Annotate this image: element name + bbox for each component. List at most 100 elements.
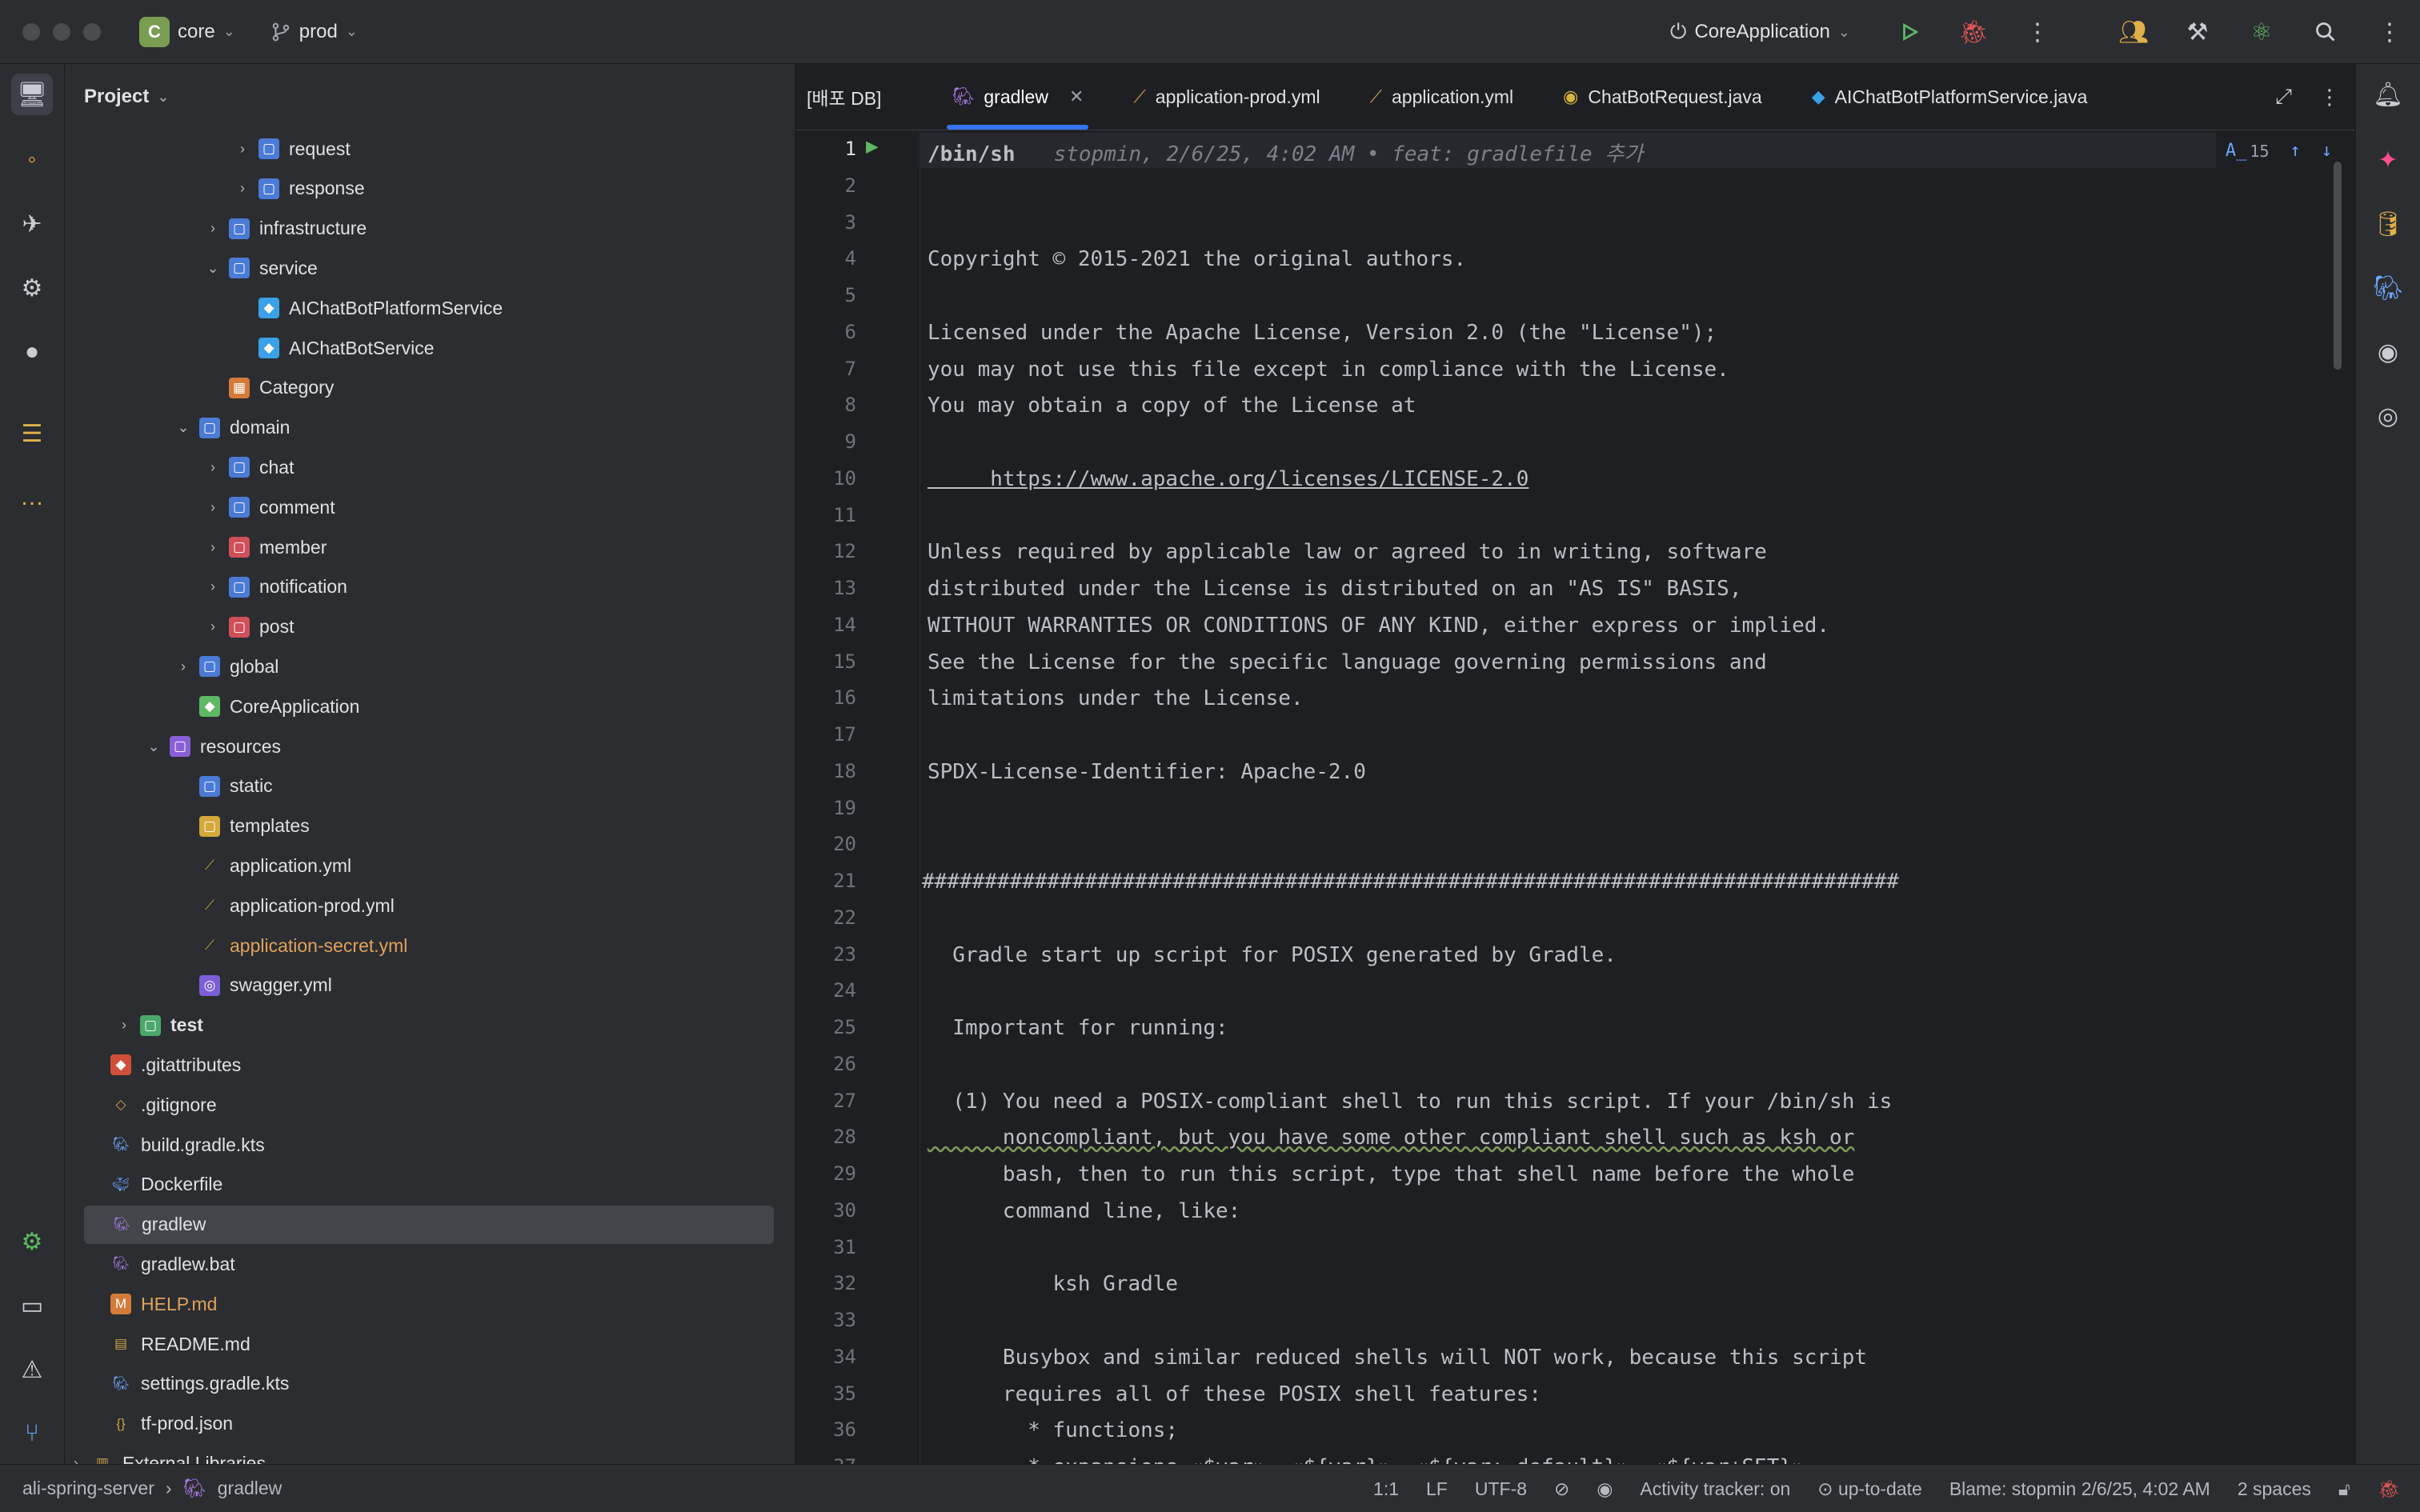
tree-item[interactable]: ⌄ ▢ domain: [65, 409, 795, 447]
tree-item[interactable]: › ▢ test: [65, 1006, 795, 1045]
vcs-status[interactable]: ⊙ up-to-date: [1817, 1478, 1922, 1500]
editor-tab[interactable]: ⟋ application-prod.yml: [1112, 64, 1340, 130]
tree-item[interactable]: › ▥ External Libraries: [65, 1444, 795, 1464]
tree-item[interactable]: 🐘︎ settings.gradle.kts: [65, 1365, 795, 1403]
tree-item[interactable]: › ▢ member: [65, 528, 795, 566]
error-report-icon[interactable]: 🐞︎: [2378, 1478, 2401, 1500]
settings-menu-icon[interactable]: ⋮: [2367, 10, 2412, 54]
zoom-window-button[interactable]: [83, 22, 101, 41]
activity-tracker[interactable]: Activity tracker: on: [1640, 1478, 1790, 1500]
tree-item[interactable]: ◆ .gitattributes: [65, 1046, 795, 1084]
run-icon[interactable]: [1887, 10, 1932, 54]
tree-item[interactable]: ▤ README.md: [65, 1325, 795, 1363]
copilot-status-icon[interactable]: ◉: [1597, 1478, 1613, 1500]
tree-item[interactable]: ▦ Category: [65, 369, 795, 407]
editor-tab[interactable]: ◉ ChatBotRequest.java: [1542, 64, 1783, 130]
code-editor[interactable]: ▶ 1 2 3 4 5 6 7 8 9 10 11 12 13 14 15 16 17 18 19 20 21 22 23 2…: [795, 130, 2354, 1512]
breadcrumb-file[interactable]: gradlew: [218, 1478, 282, 1499]
editor-tab[interactable]: ⟋ application.yml: [1349, 64, 1535, 130]
ai-assistant-icon[interactable]: ⚛: [2239, 10, 2284, 54]
copilot-icon[interactable]: ◉: [2367, 331, 2409, 373]
chevron-right-icon[interactable]: ›: [202, 618, 224, 635]
database-icon[interactable]: 🛢︎: [2367, 203, 2409, 245]
chevron-down-icon[interactable]: ⌄: [172, 419, 194, 436]
arrow-down-icon[interactable]: ↓: [2322, 141, 2332, 161]
tree-item[interactable]: › ▢ request: [65, 130, 795, 168]
editor-scrollbar[interactable]: [2334, 162, 2342, 370]
arrow-up-icon[interactable]: ↑: [2290, 141, 2301, 161]
inspection-widget[interactable]: A̲ 15 ↑ ↓: [2226, 141, 2332, 161]
tree-item[interactable]: {} tf-prod.json: [65, 1405, 795, 1443]
more-tools-icon[interactable]: …: [11, 477, 53, 518]
branch-switcher[interactable]: prod ⌄: [270, 21, 358, 43]
inline-blame[interactable]: stopmin, 2/6/25, 4:02 AM • feat: gradlef…: [1054, 142, 1644, 166]
more-vertical-icon[interactable]: ⋮: [2015, 10, 2060, 54]
tree-item[interactable]: ◆ AIChatBotPlatformService: [65, 289, 795, 327]
expand-icon[interactable]: ⤢: [2275, 84, 2292, 110]
breadcrumb-project[interactable]: ali-spring-server: [22, 1478, 154, 1499]
tree-item[interactable]: › ▢ notification: [65, 568, 795, 606]
tree-item[interactable]: 🐳︎ Dockerfile: [65, 1166, 795, 1204]
build-tools-icon[interactable]: ⚒: [2175, 10, 2220, 54]
chevron-right-icon[interactable]: ›: [231, 141, 254, 158]
problems-icon[interactable]: ⚠︎: [11, 1349, 53, 1390]
tree-item[interactable]: › ▢ infrastructure: [65, 210, 795, 248]
tree-item[interactable]: › ▢ post: [65, 608, 795, 646]
line-separator[interactable]: LF: [1426, 1478, 1448, 1500]
run-config-selector[interactable]: ⏻ CoreApplication ⌄: [1670, 19, 1850, 45]
terminal-icon[interactable]: ▭: [11, 1285, 53, 1326]
chevron-right-icon[interactable]: ›: [113, 1017, 135, 1034]
chevron-right-icon[interactable]: ›: [231, 180, 254, 197]
close-icon[interactable]: ✕: [1069, 86, 1084, 107]
tree-item[interactable]: ⌄ ▢ service: [65, 249, 795, 287]
gradle-icon[interactable]: 🐘︎: [2367, 267, 2409, 309]
chevron-down-icon[interactable]: ⌄: [202, 260, 224, 277]
chevron-right-icon[interactable]: ›: [65, 1455, 87, 1464]
github-icon[interactable]: ●: [11, 331, 53, 373]
chevron-right-icon[interactable]: ›: [202, 578, 224, 595]
run-gutter-icon[interactable]: ▶: [866, 134, 879, 158]
code-with-me-icon[interactable]: 👥︎: [2111, 10, 2156, 54]
pull-requests-icon[interactable]: ✈︎: [11, 203, 53, 245]
structure-icon[interactable]: ☰: [11, 413, 53, 454]
tree-item[interactable]: ◎ swagger.yml: [65, 966, 795, 1005]
tree-item[interactable]: ⟋ application-prod.yml: [65, 886, 795, 925]
tree-item[interactable]: 🐘︎ build.gradle.kts: [65, 1126, 795, 1164]
close-window-button[interactable]: [22, 22, 40, 41]
tree-item[interactable]: ◆ AIChatBotService: [65, 329, 795, 367]
services-icon[interactable]: ⚙︎: [11, 1221, 53, 1262]
editor-tab[interactable]: ◆ AIChatBotPlatformService.java: [1791, 64, 2109, 130]
tree-item[interactable]: 🐘︎ gradlew.bat: [65, 1245, 795, 1283]
tree-item[interactable]: ▢ templates: [65, 807, 795, 846]
chevron-right-icon[interactable]: ›: [172, 658, 194, 675]
chevron-right-icon[interactable]: ›: [202, 459, 224, 476]
tree-item[interactable]: ◆ CoreApplication: [65, 687, 795, 726]
file-encoding[interactable]: UTF-8: [1475, 1478, 1527, 1500]
notifications-icon[interactable]: 🔔︎: [2367, 74, 2409, 115]
search-icon[interactable]: [2303, 10, 2348, 54]
chevron-right-icon[interactable]: ›: [202, 539, 224, 556]
debug-icon[interactable]: 🐞︎: [1951, 10, 1996, 54]
project-switcher[interactable]: C core ⌄: [139, 16, 235, 47]
tree-item[interactable]: › ▢ response: [65, 170, 795, 208]
commit-icon[interactable]: ◦: [11, 139, 53, 181]
version-control-icon[interactable]: ⑂: [11, 1413, 53, 1454]
tree-item[interactable]: M HELP.md: [65, 1285, 795, 1323]
tree-item[interactable]: ⟋ application-secret.yml: [65, 926, 795, 965]
chevron-right-icon[interactable]: ›: [202, 499, 224, 516]
copilot-chat-icon[interactable]: ◎: [2367, 395, 2409, 437]
caret-position[interactable]: 1:1: [1373, 1478, 1399, 1500]
minimize-window-button[interactable]: [53, 22, 70, 41]
plugins-icon[interactable]: ⚙︎: [11, 267, 53, 309]
more-vertical-icon[interactable]: ⋮: [2319, 85, 2340, 110]
unlock-icon[interactable]: 🔓︎: [2338, 1478, 2350, 1500]
project-tool-icon[interactable]: 🖥︎: [11, 74, 53, 115]
tree-item[interactable]: › ▢ global: [65, 647, 795, 686]
tree-item[interactable]: › ▢ chat: [65, 448, 795, 486]
tree-item[interactable]: ⟋ application.yml: [65, 846, 795, 885]
indent-setting[interactable]: 2 spaces: [2238, 1478, 2311, 1500]
editor-tab[interactable]: 🐘︎ gradlew ✕: [931, 64, 1104, 130]
ai-chat-icon[interactable]: ✦: [2367, 139, 2409, 181]
editor-tab[interactable]: [배포 DB]: [795, 64, 902, 130]
tree-item[interactable]: ▢ static: [65, 767, 795, 806]
